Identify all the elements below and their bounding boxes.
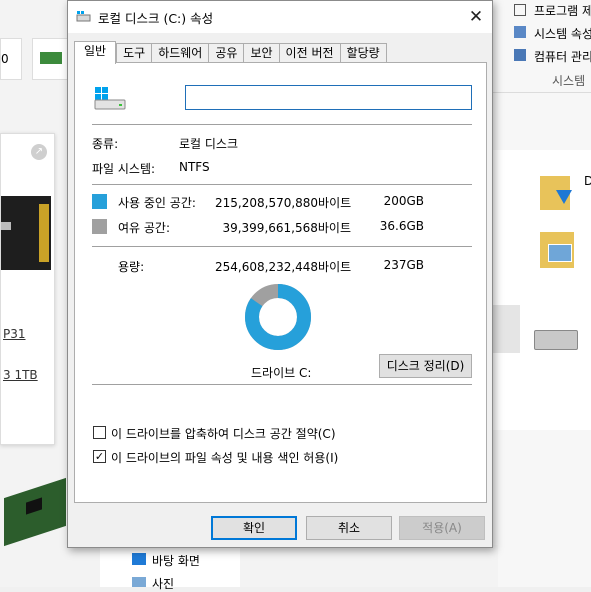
tree-item-desktop[interactable]: 바탕 화면: [152, 552, 200, 569]
tab-bar: 일반 도구 하드웨어 공유 보안 이전 버전 할당량: [74, 41, 387, 64]
filesystem-value: NTFS: [179, 160, 210, 174]
used-space-label: 사용 중인 공간:: [118, 196, 196, 210]
properties-dialog: 로컬 디스크 (C:) 속성 ✕ 일반 도구 하드웨어 공유 보안 이전 버전 …: [67, 0, 493, 548]
close-button[interactable]: ✕: [462, 3, 490, 31]
index-checkbox[interactable]: ✓: [93, 450, 106, 463]
background-window-right: 프로그램 제 시스템 속성 컴퓨터 관리 시스템 D: [492, 0, 591, 587]
product-link-p31[interactable]: P31: [3, 327, 26, 341]
tab-quota[interactable]: 할당량: [339, 43, 387, 64]
used-space-swatch: [92, 194, 107, 209]
product-link-1tb[interactable]: 3 1TB: [3, 368, 38, 382]
external-link-icon[interactable]: ↗: [31, 144, 47, 160]
menu-system-properties[interactable]: 시스템 속성: [534, 25, 591, 42]
ssd-thumbnail: [40, 52, 62, 64]
type-value: 로컬 디스크: [179, 137, 239, 151]
program-icon: [514, 4, 526, 16]
background-explorer-tree: 바탕 화면 사진: [68, 545, 498, 591]
capacity-label: 용량:: [118, 260, 145, 274]
divider: [92, 384, 472, 385]
filesystem-label: 파일 시스템:: [92, 162, 156, 176]
system-icon: [514, 26, 526, 38]
title-bar[interactable]: 로컬 디스크 (C:) 속성 ✕: [68, 1, 492, 33]
pictures-folder-icon[interactable]: [540, 232, 574, 268]
drive-icon: [94, 87, 126, 110]
desktop-icon: [132, 553, 146, 565]
compress-label[interactable]: 이 드라이브를 압축하여 디스크 공간 절약(C): [111, 425, 336, 442]
tab-hardware[interactable]: 하드웨어: [151, 43, 209, 64]
disk-usage-donut: [245, 284, 311, 350]
window-title: 로컬 디스크 (C:) 속성: [98, 11, 214, 26]
free-space-bytes: 39,399,661,568바이트: [222, 221, 351, 235]
group-system: 시스템: [552, 74, 586, 88]
cancel-button[interactable]: 취소: [306, 516, 392, 540]
capacity-bytes: 254,608,232,448바이트: [215, 260, 352, 274]
divider: [92, 124, 472, 125]
capacity-size: 237GB: [383, 258, 424, 272]
drive-name-input[interactable]: [185, 85, 472, 110]
type-label: 종류:: [92, 137, 119, 151]
free-space-size: 36.6GB: [379, 219, 424, 233]
tab-previous-versions[interactable]: 이전 버전: [278, 43, 340, 64]
menu-programs[interactable]: 프로그램 제: [534, 2, 591, 19]
tab-sharing[interactable]: 공유: [208, 43, 244, 64]
drive-icon[interactable]: [534, 330, 578, 350]
tab-general[interactable]: 일반: [74, 41, 117, 64]
compress-checkbox[interactable]: [93, 426, 106, 439]
tree-item-pictures[interactable]: 사진: [152, 575, 174, 592]
drive-title-icon: [76, 11, 91, 22]
menu-computer-management[interactable]: 컴퓨터 관리: [534, 48, 591, 65]
free-space-swatch: [92, 219, 107, 234]
used-space-size: 200GB: [383, 194, 424, 208]
drive-letter-label: 드라이브 C:: [251, 366, 312, 380]
background-window-left: 0 ↗ P31 3 1TB: [0, 0, 68, 587]
bg-text-0: 0: [1, 52, 9, 66]
ssd-image: [1, 196, 51, 270]
divider: [92, 184, 472, 185]
disk-cleanup-button[interactable]: 디스크 정리(D): [379, 354, 472, 378]
pictures-icon: [132, 577, 146, 587]
ok-button[interactable]: 확인: [211, 516, 297, 540]
used-space-bytes: 215,208,570,880바이트: [215, 196, 352, 210]
general-tab-panel: 종류: 로컬 디스크 파일 시스템: NTFS 사용 중인 공간: 215,20…: [74, 62, 487, 503]
tab-tools[interactable]: 도구: [116, 43, 152, 64]
divider: [92, 246, 472, 247]
free-space-label: 여유 공간:: [118, 221, 171, 235]
apply-button[interactable]: 적용(A): [399, 516, 485, 540]
product-card[interactable]: ↗ P31 3 1TB: [0, 133, 55, 445]
downloads-folder-icon[interactable]: [540, 176, 572, 210]
tab-security[interactable]: 보안: [243, 43, 279, 64]
ssd-photo: [0, 470, 68, 570]
index-label[interactable]: 이 드라이브의 파일 속성 및 내용 색인 허용(I): [111, 449, 338, 466]
computer-icon: [514, 49, 526, 61]
